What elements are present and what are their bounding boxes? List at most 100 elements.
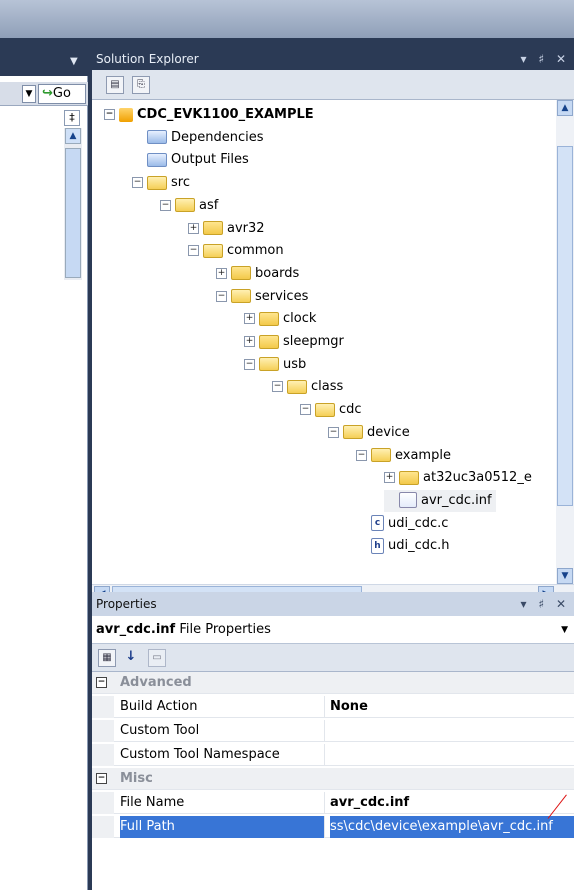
scroll-down-icon[interactable]: ▼ [557,568,573,584]
expand-icon[interactable]: + [384,472,395,484]
scroll-up-icon[interactable]: ▲ [65,128,81,144]
property-category[interactable]: − Misc [92,768,574,790]
splitter-icon[interactable]: ‡ [64,110,80,126]
tree-item[interactable]: Dependencies [132,127,264,149]
property-row[interactable]: Custom Tool Namespace [92,744,574,766]
expand-icon[interactable]: + [244,336,255,347]
tree-item-label: device [367,424,410,440]
object-selector[interactable]: avr_cdc.inf File Properties ▼ [92,616,574,644]
tree-item[interactable]: + boards [216,263,299,285]
collapse-icon[interactable]: − [160,199,171,211]
tree-vertical-scrollbar[interactable]: ▲ ▼ [556,100,574,584]
tree-item[interactable]: − device [328,422,410,444]
tree-item[interactable]: + sleepmgr [244,331,344,353]
folder-open-icon [371,448,391,462]
tree-item[interactable]: − services [216,286,308,308]
tree-item-label: sleepmgr [283,334,344,349]
solution-explorer-title: Solution Explorer [96,52,199,66]
object-type: File Properties [179,622,271,637]
tree-item[interactable]: c udi_cdc.c [356,513,448,535]
alphabetical-sort-icon[interactable]: ↓ [122,649,140,667]
folder-open-icon [203,243,223,258]
category-label: Misc [120,771,153,786]
folder-icon [259,334,279,349]
scroll-thumb[interactable] [557,146,573,506]
folder-open-icon [343,425,363,440]
collapse-icon[interactable]: − [96,677,107,688]
property-name: Custom Tool Namespace [120,744,325,766]
tree-item[interactable]: h udi_cdc.h [356,535,450,557]
tree-item[interactable]: avr_cdc.inf [384,489,496,512]
tree-item[interactable]: + avr32 [188,218,265,240]
tree-item-label: avr32 [227,220,265,236]
property-row[interactable]: File Name avr_cdc.inf [92,792,574,814]
tree-item-label: Dependencies [171,129,264,145]
tree-item[interactable]: − cdc [300,399,362,421]
scroll-up-icon[interactable]: ▲ [557,100,573,116]
go-button[interactable]: ↪Go [38,84,86,104]
property-category[interactable]: − Advanced [92,672,574,694]
expand-icon[interactable]: + [244,313,255,325]
collapse-icon[interactable]: − [244,358,255,370]
categorized-icon[interactable]: ▦ [98,649,116,667]
collapse-icon[interactable]: − [300,404,311,416]
tree-item[interactable]: + at32uc3a0512_e [384,467,532,489]
property-value[interactable]: avr_cdc.inf [330,792,574,814]
collapse-icon[interactable]: − [328,426,339,438]
collapse-icon[interactable]: − [188,245,199,257]
tree-item-label: clock [283,311,317,327]
tree-item[interactable]: − example [356,445,451,467]
dropdown-arrow-icon[interactable]: ▼ [70,56,78,67]
tree-item[interactable]: − src [132,172,190,194]
properties-panel: Properties ▾ ♯ ✕ avr_cdc.inf File Proper… [92,592,574,890]
tree-item[interactable]: − usb [244,354,306,376]
collapse-icon[interactable]: − [132,177,143,189]
property-value[interactable]: None [330,696,574,718]
property-name: Custom Tool [120,720,325,742]
navigation-combo-dropdown[interactable]: ▼ [22,85,36,103]
tree-item[interactable]: + clock [244,308,316,330]
collapse-icon[interactable]: − [96,773,107,784]
property-value[interactable] [330,720,574,742]
show-all-files-icon[interactable]: ⎘ [132,76,150,94]
property-row[interactable]: Custom Tool [92,720,574,742]
tree-item[interactable]: − common [188,240,284,262]
property-pages-icon[interactable]: ▭ [148,649,166,667]
tree-item-label: udi_cdc.c [388,515,449,531]
folder-open-icon [287,379,307,394]
expand-icon[interactable]: + [216,267,227,279]
collapse-icon[interactable]: − [216,290,227,302]
h-file-icon: h [371,537,384,554]
tree-item[interactable]: − class [272,376,343,398]
top-chrome-bar [0,0,574,38]
tree-item[interactable]: − asf [160,195,218,217]
properties-icon[interactable]: ▤ [106,76,124,94]
property-row[interactable]: Full Path ss\cdc\device\example\avr_cdc.i… [92,816,574,838]
tree-item-label: CDC_EVK1100_EXAMPLE [137,107,314,122]
collapse-icon[interactable]: − [272,381,283,393]
tree-item-label: udi_cdc.h [388,538,450,554]
panel-window-controls[interactable]: ▾ ♯ ✕ [520,48,570,70]
properties-title-bar: Properties ▾ ♯ ✕ [92,592,574,616]
folder-icon [203,221,223,235]
row-gutter [92,792,114,814]
collapse-icon[interactable]: − [104,109,115,120]
output-files-icon [147,152,167,167]
chevron-down-icon[interactable]: ▼ [561,616,568,644]
property-row[interactable]: Build Action None [92,696,574,718]
editor-vertical-scrollbar[interactable]: ▲ [64,128,82,280]
scroll-thumb[interactable] [65,148,81,278]
tree-item[interactable]: Output Files [132,149,249,171]
tree-item[interactable]: − CDC_EVK1100_EXAMPLE [104,104,314,126]
property-value[interactable]: ss\cdc\device\example\avr_cdc.inf [330,816,574,838]
top-chrome-gradient [0,0,574,38]
c-file-icon: c [371,515,384,532]
panel-window-controls[interactable]: ▾ ♯ ✕ [520,592,570,616]
property-value[interactable] [330,744,574,766]
editor-pane: ▼ ▼ ↪Go ‡ ▲ [0,38,88,890]
expand-icon[interactable]: + [188,222,199,234]
tree-item-label: class [311,379,344,395]
solution-tree: − CDC_EVK1100_EXAMPLE Dependencies Output F… [92,100,562,584]
collapse-icon[interactable]: − [356,449,367,461]
row-gutter [92,816,114,838]
